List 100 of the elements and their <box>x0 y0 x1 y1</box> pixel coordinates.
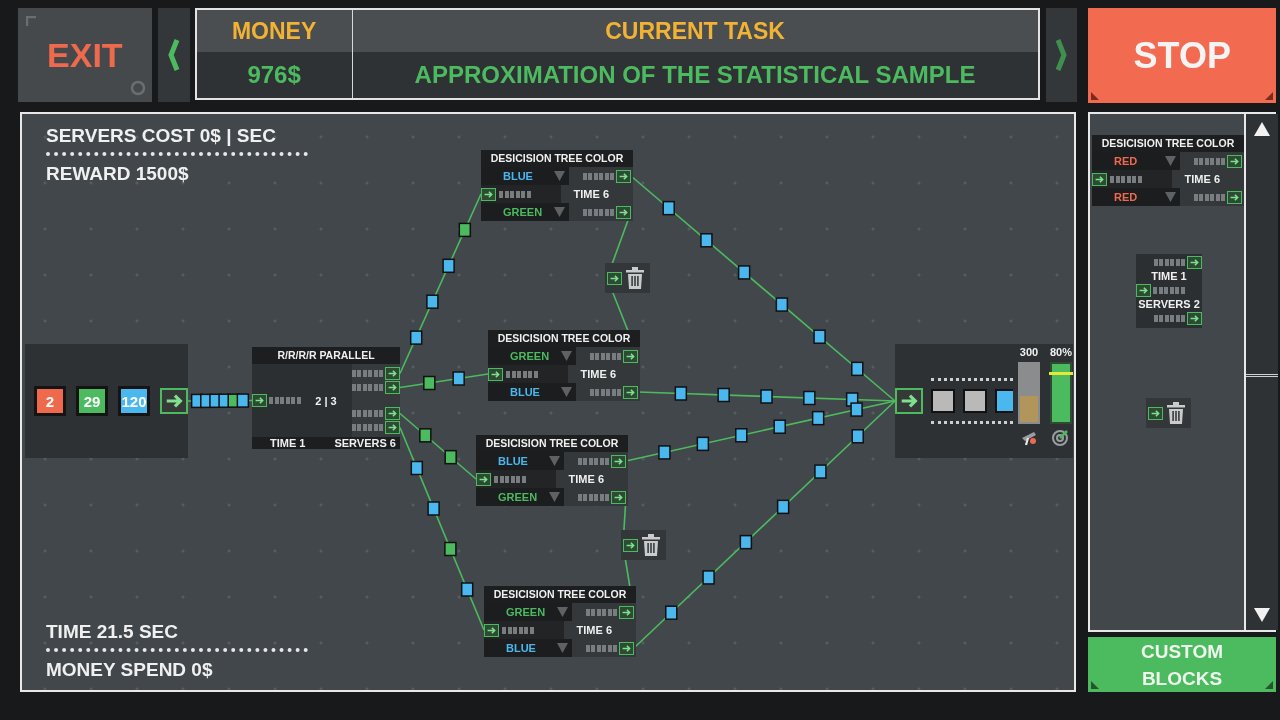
arrow-icon <box>1189 256 1200 268</box>
output-port[interactable] <box>611 454 626 468</box>
buffer-indicator <box>1193 193 1225 201</box>
arrow-icon <box>1138 284 1149 296</box>
output-port[interactable] <box>1227 190 1242 204</box>
count-chip: 120 <box>118 386 150 416</box>
dropdown-icon <box>1165 156 1176 166</box>
buffer-indicator <box>1153 286 1185 294</box>
color-dropdown[interactable]: RED <box>1092 152 1180 170</box>
time-label: TIME 6 <box>580 368 617 380</box>
buffer-indicator <box>577 457 609 465</box>
color-dropdown[interactable]: GREEN <box>484 603 572 621</box>
buffer-indicator <box>499 190 531 198</box>
block-title: DESICISION TREE COLOR <box>484 586 636 603</box>
time-label: TIME 6 <box>568 473 605 485</box>
input-port[interactable] <box>1092 172 1107 186</box>
output-port[interactable] <box>385 421 400 434</box>
dropdown-icon <box>554 171 565 181</box>
input-port[interactable] <box>895 388 923 414</box>
buffer-indicator <box>1153 258 1185 266</box>
dropdown-icon <box>549 492 560 502</box>
time-label: TIME 6 <box>1184 173 1221 185</box>
output-port[interactable] <box>623 385 638 399</box>
input-port[interactable] <box>476 472 491 486</box>
buffer-indicator <box>494 475 526 483</box>
arrow-icon <box>621 642 632 654</box>
color-label: GREEN <box>510 350 550 362</box>
dropdown-icon <box>561 351 572 361</box>
output-port[interactable] <box>619 641 634 655</box>
arrow-icon <box>613 455 624 467</box>
color-dropdown[interactable]: GREEN <box>481 203 569 221</box>
money-value: 976$ <box>196 52 353 98</box>
color-dropdown[interactable]: RED <box>1092 188 1180 206</box>
buffer-indicator <box>1193 157 1225 165</box>
output-port[interactable] <box>385 381 400 394</box>
time-label: TIME 1 <box>270 437 306 449</box>
buffer-indicator <box>506 370 538 378</box>
dropdown-icon <box>557 643 568 653</box>
input-port[interactable] <box>484 623 499 637</box>
input-port[interactable] <box>1136 283 1151 297</box>
output-port[interactable] <box>1187 311 1202 325</box>
input-port[interactable] <box>623 538 638 552</box>
arrow-icon <box>387 382 398 393</box>
block-title: DESICISION TREE COLOR <box>476 435 628 452</box>
buffer-indicator <box>589 352 621 360</box>
output-port[interactable] <box>1187 255 1202 269</box>
output-port[interactable] <box>616 205 631 219</box>
trash-icon <box>1166 402 1186 424</box>
color-dropdown[interactable]: BLUE <box>476 452 564 470</box>
output-port[interactable] <box>385 407 400 420</box>
time-label: TIME 1 <box>1150 270 1188 282</box>
servers-label: SERVERS 6 <box>334 437 396 449</box>
color-dropdown[interactable]: BLUE <box>484 639 572 657</box>
color-label: GREEN <box>506 606 546 618</box>
input-port[interactable] <box>1148 406 1163 420</box>
arrow-icon <box>1189 312 1200 324</box>
output-port[interactable] <box>160 388 188 414</box>
time-text: TIME 21.5 SEC <box>46 620 179 644</box>
buffer-indicator <box>351 423 383 432</box>
output-port[interactable] <box>616 169 631 183</box>
scroll-up-icon <box>1254 122 1270 136</box>
color-dropdown[interactable]: BLUE <box>481 167 569 185</box>
color-dropdown[interactable]: GREEN <box>488 347 576 365</box>
output-port[interactable] <box>619 605 634 619</box>
scroll-down-icon <box>1254 608 1270 622</box>
output-port[interactable] <box>623 349 638 363</box>
input-port[interactable] <box>607 271 622 285</box>
meter-reading: 300 <box>1019 346 1039 358</box>
buffer-indicator <box>585 644 617 652</box>
output-port[interactable] <box>611 490 626 504</box>
arrow-icon <box>1229 155 1240 167</box>
color-label: BLUE <box>510 386 540 398</box>
arrow-icon <box>1150 407 1161 419</box>
input-port[interactable] <box>252 394 267 407</box>
buffer-indicator <box>1153 314 1185 322</box>
color-dropdown[interactable]: BLUE <box>488 383 576 401</box>
dropdown-icon <box>554 207 565 217</box>
previous-button[interactable] <box>157 8 190 102</box>
input-port[interactable] <box>488 367 503 381</box>
count-chip: 2 <box>34 386 66 416</box>
color-dropdown[interactable]: GREEN <box>476 488 564 506</box>
servers-label: SERVERS 2 <box>1137 298 1201 310</box>
split-ratio: 2 | 3 <box>315 394 337 407</box>
input-port[interactable] <box>481 187 496 201</box>
buffer-indicator <box>351 369 383 378</box>
corner-mark-icon <box>1265 92 1273 100</box>
arrow-icon <box>625 386 636 398</box>
output-port[interactable] <box>1227 154 1242 168</box>
meter-reading: 80% <box>1050 346 1072 358</box>
output-port[interactable] <box>385 367 400 380</box>
task-label: CURRENT TASK <box>352 10 1038 52</box>
block-title: R/R/R/R PARALLEL <box>252 347 400 364</box>
color-label: BLUE <box>506 642 536 654</box>
scrollbar-track[interactable] <box>1244 114 1278 630</box>
next-button[interactable] <box>1045 8 1078 102</box>
color-label: RED <box>1114 191 1138 203</box>
arrow-icon <box>387 422 398 433</box>
color-label: BLUE <box>503 170 533 182</box>
reward-text: REWARD 1500$ <box>46 162 190 186</box>
arrow-icon <box>483 188 494 200</box>
